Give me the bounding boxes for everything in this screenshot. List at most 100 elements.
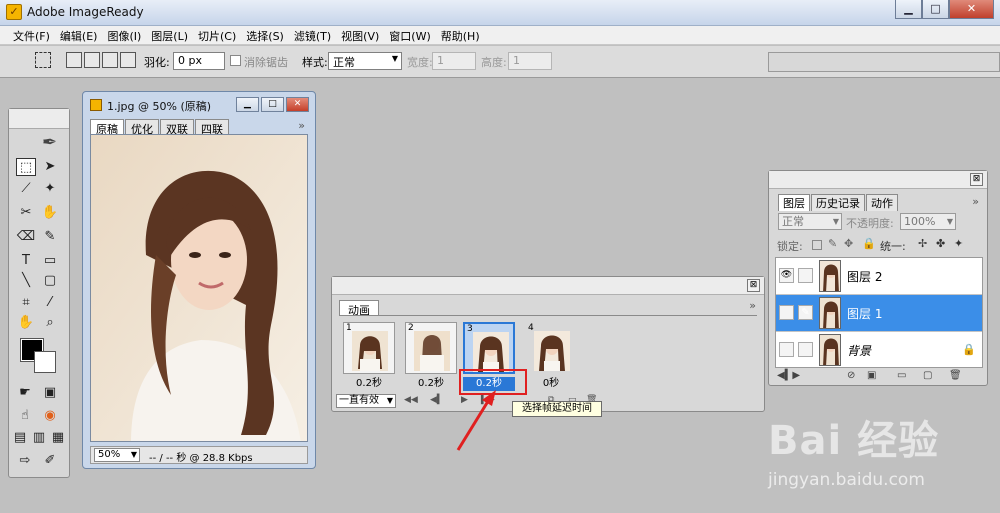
maximize-button[interactable]: □ (922, 0, 949, 19)
layer-name[interactable]: 图层 2 (847, 268, 882, 285)
tab-layers[interactable]: 图层 (778, 194, 810, 211)
jump-to-photoshop-icon[interactable]: ⇨ (15, 452, 35, 470)
layer-row-selected[interactable]: ✎ 图层 1 (776, 295, 982, 332)
menu-image[interactable]: 图像(I) (102, 26, 146, 44)
lock-pixels-icon[interactable]: ✎ (828, 237, 837, 250)
eye-icon[interactable] (779, 342, 794, 357)
menu-filter[interactable]: 滤镜(T) (289, 26, 336, 44)
animation-frame-selected[interactable]: 3 (463, 322, 515, 374)
subtract-selection-icon[interactable] (102, 52, 118, 68)
previous-frame-icon[interactable]: ◀▍ (430, 395, 444, 405)
menu-view[interactable]: 视图(V) (336, 26, 384, 44)
rectangle-tool-icon[interactable]: ▭ (40, 252, 60, 270)
background-color-swatch[interactable] (34, 351, 56, 373)
doc-close-button[interactable]: ✕ (286, 97, 309, 112)
line-tool-icon[interactable]: ╲ (16, 272, 36, 290)
link-cell[interactable] (798, 342, 813, 357)
layer-style-icon[interactable]: ⊘ (847, 370, 855, 381)
zoom-select[interactable]: 50% ▼ (94, 448, 140, 462)
frame-delay[interactable]: 0.2秒 (343, 377, 395, 391)
style-select[interactable]: 正常 ▼ (328, 52, 402, 70)
new-set-icon[interactable]: ▭ (897, 370, 906, 381)
antialias-checkbox[interactable] (230, 55, 241, 66)
new-selection-icon[interactable] (66, 52, 82, 68)
menu-file[interactable]: 文件(F) (8, 26, 55, 44)
trash-icon[interactable]: 🗑 (949, 370, 962, 381)
height-input[interactable]: 1 (508, 52, 552, 70)
screen-mode-standard-icon[interactable]: ▤ (11, 429, 29, 447)
eyedropper-tool-icon[interactable]: ⁄ (40, 294, 60, 312)
screen-mode-full-menu-icon[interactable]: ▥ (30, 429, 48, 447)
animation-frame[interactable]: 1 (343, 322, 395, 374)
eye-icon[interactable]: 👁 (779, 268, 794, 283)
eye-icon[interactable] (779, 305, 794, 320)
unify-visibility-icon[interactable]: ✤ (936, 237, 945, 250)
layers-menu-more[interactable]: » (972, 195, 979, 208)
menu-window[interactable]: 窗口(W) (384, 26, 435, 44)
marquee-tool-icon[interactable]: ⬚ (16, 158, 36, 176)
type-tool-icon[interactable]: T (16, 252, 36, 270)
loop-select[interactable]: 一直有效 ▼ (336, 394, 396, 408)
preview-browser-icon[interactable]: ◉ (40, 407, 60, 425)
width-input[interactable]: 1 (432, 52, 476, 70)
move-tool-icon[interactable]: ➤ (40, 158, 60, 176)
tab-history[interactable]: 历史记录 (811, 194, 865, 211)
magic-wand-tool-icon[interactable]: ✦ (40, 180, 60, 198)
tab-actions[interactable]: 动作 (866, 194, 898, 211)
feather-input[interactable]: 0 px (173, 52, 225, 70)
menu-slice[interactable]: 切片(C) (193, 26, 241, 44)
lock-all-icon[interactable]: 🔒 (862, 237, 876, 250)
menu-layer[interactable]: 图层(L) (146, 26, 193, 44)
download-time-status[interactable]: -- / -- 秒 @ 28.8 Kbps (149, 449, 253, 464)
layer-row[interactable]: 背景 🔒 (776, 332, 982, 369)
frame-delay[interactable]: 0.2秒 (405, 377, 457, 391)
rounded-rect-tool-icon[interactable]: ▢ (40, 272, 60, 290)
slice-select-tool-icon[interactable]: ✋ (40, 204, 60, 222)
lock-transparency-icon[interactable] (812, 240, 822, 250)
crop-tool-icon[interactable]: ⌗ (16, 294, 36, 312)
toggle-slices-icon[interactable]: ▣ (40, 384, 60, 402)
layer-mask-icon[interactable]: ▣ (867, 370, 876, 381)
doc-minimize-button[interactable]: ▁ (236, 97, 259, 112)
link-cell[interactable] (798, 268, 813, 283)
brush-tool-icon[interactable]: ✎ (40, 228, 60, 246)
hand-tool-icon[interactable]: ✋ (16, 314, 36, 332)
opacity-input[interactable]: 100% ▼ (900, 213, 956, 230)
marquee-preset-icon[interactable] (35, 52, 51, 68)
minimize-button[interactable]: ▁ (895, 0, 922, 19)
zoom-tool-icon[interactable]: ⌕ (40, 314, 60, 332)
preview-tool-icon[interactable]: ☝ (15, 407, 35, 425)
doc-tabs-more[interactable]: » (298, 119, 305, 132)
new-layer-icon[interactable]: ▢ (923, 370, 932, 381)
blend-mode-select[interactable]: 正常 ▼ (778, 213, 842, 230)
jump-to-brush-icon[interactable]: ✐ (40, 452, 60, 470)
add-selection-icon[interactable] (84, 52, 100, 68)
unify-style-icon[interactable]: ✦ (954, 237, 963, 250)
intersect-selection-icon[interactable] (120, 52, 136, 68)
slice-tool-icon[interactable]: ✂ (16, 204, 36, 222)
animation-frame[interactable]: 4 (525, 322, 577, 374)
close-icon[interactable]: ⊠ (747, 279, 760, 292)
lasso-tool-icon[interactable]: ⟋ (16, 180, 36, 198)
layer-row[interactable]: 👁 图层 2 (776, 258, 982, 295)
first-frame-icon[interactable]: ◀◀ (404, 395, 418, 405)
brush-icon[interactable]: ✎ (798, 305, 813, 320)
layer-name[interactable]: 背景 (847, 342, 871, 359)
eraser-tool-icon[interactable]: ⌫ (16, 228, 36, 246)
animation-menu-more[interactable]: » (749, 299, 756, 312)
menu-help[interactable]: 帮助(H) (436, 26, 485, 44)
image-canvas[interactable] (90, 134, 308, 442)
screen-mode-full-icon[interactable]: ▦ (49, 429, 67, 447)
frame-delay[interactable]: 0秒 (525, 377, 577, 391)
doc-maximize-button[interactable]: □ (261, 97, 284, 112)
animation-frame[interactable]: 2 (405, 322, 457, 374)
menu-select[interactable]: 选择(S) (241, 26, 289, 44)
unify-position-icon[interactable]: ✢ (918, 237, 927, 250)
close-icon[interactable]: ⊠ (970, 173, 983, 186)
lock-position-icon[interactable]: ✥ (844, 237, 853, 250)
animation-frames-icon[interactable]: ◀▍▶ (777, 370, 800, 381)
layer-name[interactable]: 图层 1 (847, 305, 882, 322)
menu-edit[interactable]: 编辑(E) (55, 26, 103, 44)
close-button[interactable]: ✕ (949, 0, 994, 19)
image-map-tool-icon[interactable]: ☛ (15, 384, 35, 402)
